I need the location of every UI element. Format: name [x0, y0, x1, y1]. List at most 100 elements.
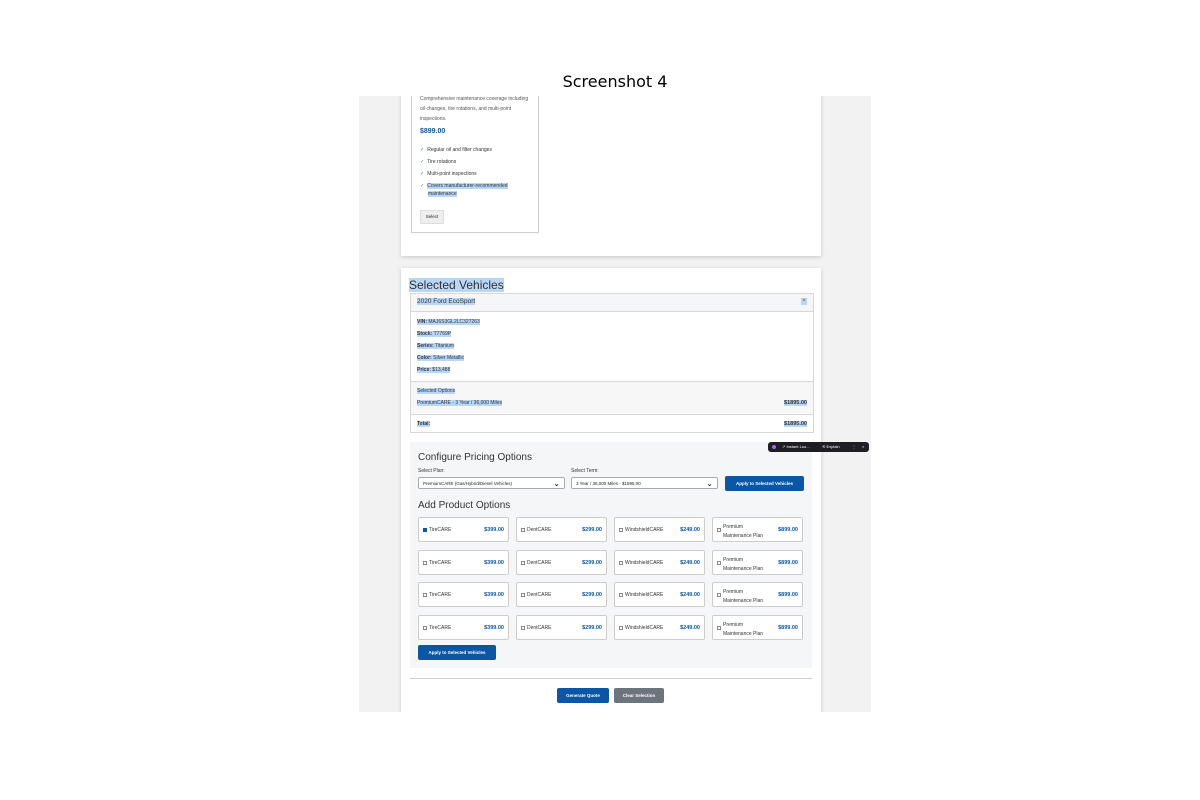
product-price: $299.00 [582, 527, 602, 533]
product-price: $399.00 [484, 527, 504, 533]
apply-products-button[interactable]: Apply to Selected Vehicles [418, 645, 496, 660]
premium-plan-card: Comprehensive maintenance coverage inclu… [411, 96, 539, 233]
generate-quote-button[interactable]: Generate Quote [557, 688, 609, 703]
check-icon: ✓ [420, 147, 425, 153]
chevron-down-icon: ⌄ [706, 479, 713, 488]
vehicle-stock: Stock: T7769P [417, 331, 452, 337]
selected-option-name: PremiumCARE - 3 Year / 36,000 Miles [417, 400, 503, 406]
vehicle-price: Price: $13,488 [417, 367, 451, 373]
more-options-icon[interactable]: ⋮ [852, 442, 856, 452]
vehicle-vin: VIN: MAJ6S3GL2LC327263 [417, 319, 480, 325]
product-name: TireCARE [429, 592, 452, 598]
vehicle-card-header: 2020 Ford EcoSport × [411, 294, 813, 312]
product-price: $899.00 [778, 624, 798, 631]
product-option-card[interactable]: Premium Maintenance Plan $899.00 [712, 582, 803, 607]
chevron-down-icon: ⌄ [553, 479, 560, 488]
selected-options-label: Selected Options [417, 388, 456, 394]
vehicle-series: Series: Titanium [417, 343, 454, 349]
term-select[interactable]: 3 Year / 36,000 Miles - $1895.00 ⌄ [571, 477, 718, 489]
plan-feature: ✓ Regular oil and filter changes [420, 147, 492, 153]
product-option-card[interactable]: WindshieldCARE $249.00 [614, 582, 705, 607]
product-price: $299.00 [582, 559, 602, 566]
product-name: WindshieldCARE [625, 527, 664, 533]
product-name: Premium Maintenance Plan [723, 524, 764, 539]
product-price: $399.00 [484, 624, 504, 631]
product-checkbox[interactable] [521, 528, 525, 532]
product-checkbox[interactable] [423, 625, 427, 630]
product-checkbox[interactable] [619, 560, 623, 565]
product-checkbox[interactable] [423, 593, 427, 597]
product-option-card[interactable]: DentCARE $299.00 [516, 517, 607, 542]
product-name: WindshieldCARE [625, 592, 664, 598]
product-checkbox[interactable] [521, 593, 525, 597]
selected-vehicles-title: Selected Vehicles [409, 278, 504, 292]
product-checkbox[interactable] [521, 560, 525, 565]
product-option-card[interactable]: TireCARE $399.00 [418, 582, 509, 607]
product-price: $249.00 [680, 624, 700, 631]
product-option-card[interactable]: WindshieldCARE $249.00 [614, 614, 705, 640]
product-name: Premium Maintenance Plan [723, 556, 764, 572]
vehicle-color: Color: Silver Metallic [417, 355, 464, 361]
product-checkbox[interactable] [717, 593, 721, 597]
product-option-card[interactable]: Premium Maintenance Plan $899.00 [712, 517, 803, 542]
selected-option-price: $1895.00 [784, 400, 807, 406]
select-plan-label: Select Plan: [418, 468, 445, 474]
product-price: $249.00 [680, 527, 700, 533]
total-label: Total: [417, 421, 431, 427]
assistant-logo-icon [772, 445, 776, 449]
product-option-card[interactable]: Premium Maintenance Plan $899.00 [712, 614, 803, 640]
product-checkbox[interactable] [717, 560, 721, 565]
product-price: $249.00 [680, 592, 700, 598]
check-icon: ✓ [420, 159, 425, 165]
plan-price: $899.00 [420, 128, 446, 135]
product-name: Premium Maintenance Plan [723, 621, 764, 637]
product-option-card[interactable]: DentCARE $299.00 [516, 549, 607, 575]
product-option-card[interactable]: TireCARE $399.00 [418, 549, 509, 575]
product-option-card[interactable]: DentCARE $299.00 [516, 614, 607, 640]
explain-button[interactable]: ⟲ Explain [822, 442, 840, 452]
product-name: Premium Maintenance Plan [723, 589, 764, 604]
configure-pricing-title: Configure Pricing Options [418, 452, 532, 463]
remove-vehicle-close-icon[interactable]: × [801, 298, 807, 305]
plan-feature: ✓ Multi-point inspections [420, 171, 477, 177]
product-checkbox[interactable] [717, 528, 721, 532]
product-checkbox[interactable] [423, 560, 427, 565]
product-option-card[interactable]: WindshieldCARE $249.00 [614, 549, 705, 575]
select-plan-button[interactable]: Select [420, 210, 444, 224]
product-checkbox[interactable] [423, 528, 427, 532]
close-toolbar-icon[interactable]: × [862, 442, 864, 452]
product-checkbox[interactable] [521, 625, 525, 630]
product-name: WindshieldCARE [625, 624, 664, 631]
select-term-label: Select Term: [571, 468, 599, 474]
product-name: TireCARE [429, 527, 452, 533]
product-price: $399.00 [484, 559, 504, 566]
product-option-card[interactable]: TireCARE $399.00 [418, 614, 509, 640]
product-option-card[interactable]: WindshieldCARE $249.00 [614, 517, 705, 542]
product-checkbox[interactable] [717, 625, 721, 630]
instant-lookup-button[interactable]: ↗ Instant Loo... [782, 442, 810, 452]
product-checkbox[interactable] [619, 593, 623, 597]
total-value: $1895.00 [784, 421, 807, 427]
selected-options: Selected Options PremiumCARE - 3 Year / … [411, 381, 813, 415]
product-name: TireCARE [429, 559, 452, 566]
product-price: $249.00 [680, 559, 700, 566]
product-option-card[interactable]: DentCARE $299.00 [516, 582, 607, 607]
plan-feature: ✓ Covers manufacturer-recommended mainten… [420, 183, 508, 197]
product-price: $299.00 [582, 624, 602, 631]
product-checkbox[interactable] [619, 528, 623, 532]
configure-pricing-section: Configure Pricing Options Select Plan: P… [410, 442, 812, 668]
clear-selection-button[interactable]: Clear Selection [614, 688, 664, 703]
product-checkbox[interactable] [619, 625, 623, 630]
product-name: DentCARE [527, 624, 552, 631]
product-option-card[interactable]: TireCARE $399.00 [418, 517, 509, 542]
product-name: WindshieldCARE [625, 559, 664, 566]
product-price: $899.00 [778, 592, 798, 598]
plan-select[interactable]: PremiumCARE (Gas/Hybrid/Diesel Vehicles)… [418, 477, 565, 489]
apply-plan-button[interactable]: Apply to Selected Vehicles [725, 476, 804, 491]
check-icon: ✓ [420, 183, 425, 189]
plan-description: Comprehensive maintenance coverage inclu… [420, 96, 529, 122]
vehicle-name: 2020 Ford EcoSport [417, 298, 476, 305]
plans-panel: Comprehensive maintenance coverage inclu… [401, 96, 821, 256]
product-option-card[interactable]: Premium Maintenance Plan $899.00 [712, 549, 803, 575]
vehicle-card: 2020 Ford EcoSport × VIN: MAJ6S3GL2LC327… [410, 293, 814, 433]
